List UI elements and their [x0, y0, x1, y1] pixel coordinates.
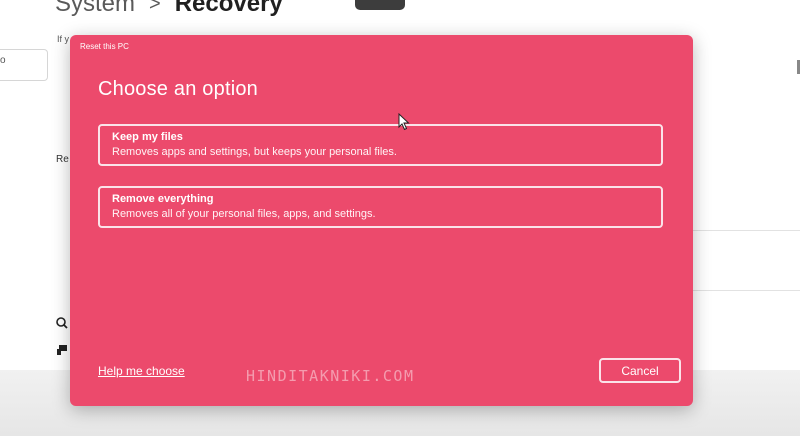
remove-everything-option[interactable]: Remove everything Removes all of your pe…: [98, 186, 663, 228]
dialog-heading: Choose an option: [98, 78, 258, 100]
header-icon: [355, 0, 405, 10]
option-title: Keep my files: [112, 131, 183, 143]
help-me-choose-link[interactable]: Help me choose: [98, 364, 185, 378]
breadcrumb-current: Recovery: [174, 0, 283, 17]
breadcrumb-parent[interactable]: System: [55, 0, 135, 18]
cancel-button[interactable]: Cancel: [599, 358, 681, 383]
option-description: Removes all of your personal files, apps…: [112, 208, 376, 220]
keep-my-files-option[interactable]: Keep my files Removes apps and settings,…: [98, 124, 663, 166]
feedback-icon[interactable]: [56, 344, 68, 356]
list-divider: [693, 290, 800, 291]
reset-pc-dialog: Reset this PC Choose an option Keep my f…: [70, 35, 693, 406]
search-input-text: o: [0, 55, 6, 66]
watermark-text: HINDITAKNIKI.COM: [246, 367, 415, 385]
option-title: Remove everything: [112, 193, 214, 205]
dialog-window-title: Reset this PC: [80, 42, 129, 51]
breadcrumb-separator: >: [149, 0, 161, 15]
help-icon[interactable]: [56, 317, 68, 329]
mouse-pointer-icon: [398, 113, 410, 131]
search-box[interactable]: [0, 49, 48, 81]
option-description: Removes apps and settings, but keeps you…: [112, 146, 397, 158]
settings-breadcrumb: System > Recovery: [55, 0, 283, 18]
list-divider: [693, 230, 800, 231]
page-description: If y: [57, 34, 70, 44]
recovery-options-label: Re: [56, 154, 69, 165]
